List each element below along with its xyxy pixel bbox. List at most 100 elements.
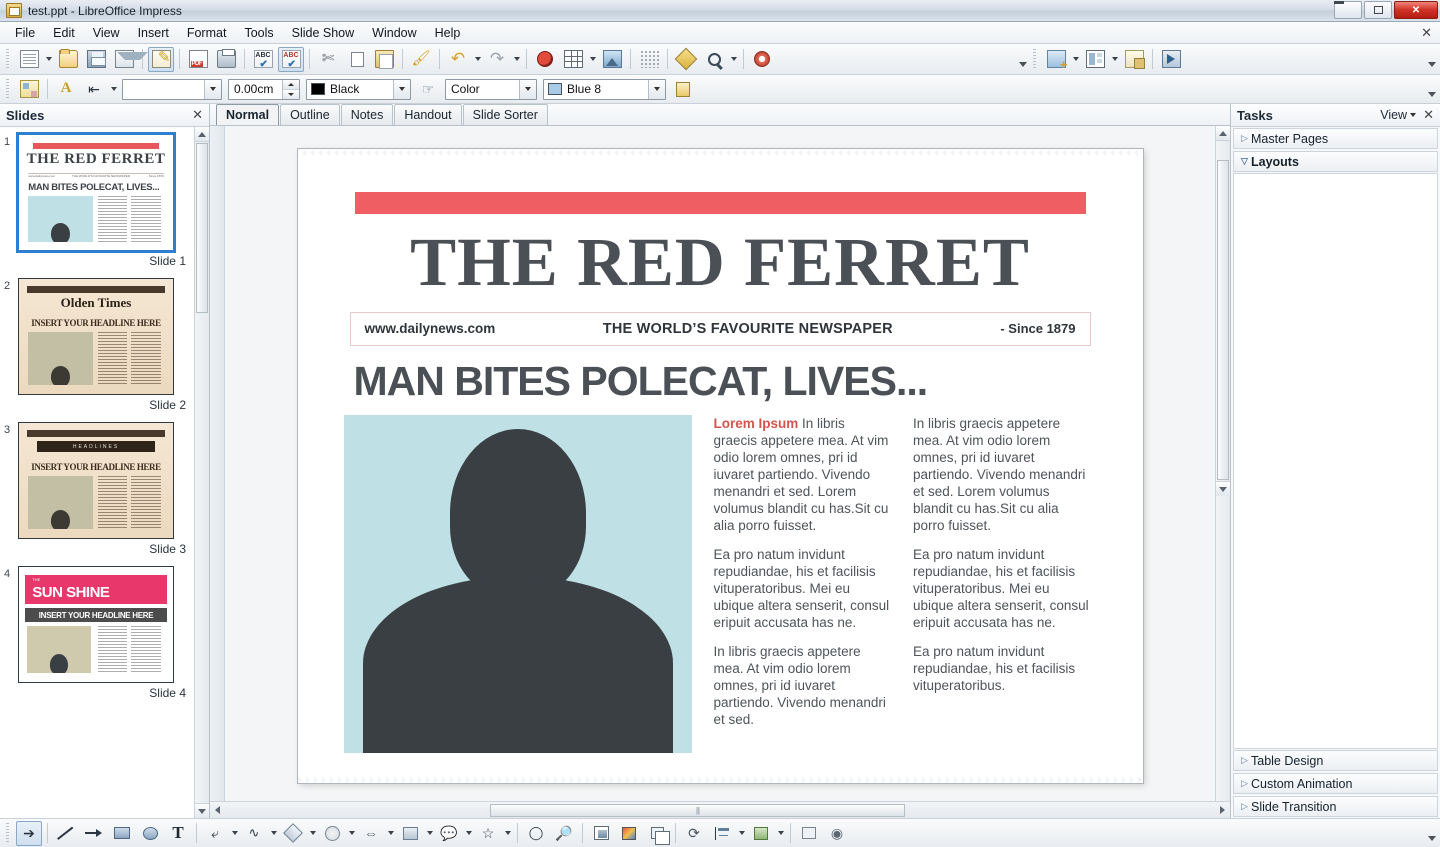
- symbol-shapes-tool[interactable]: [319, 821, 345, 846]
- slide-layout-caret-icon[interactable]: [1109, 47, 1120, 72]
- gallery-tool[interactable]: [616, 821, 642, 846]
- area-style-select[interactable]: Color: [445, 79, 537, 100]
- open-button[interactable]: [55, 47, 81, 72]
- tab-notes[interactable]: Notes: [341, 104, 394, 125]
- basic-shapes-tool[interactable]: [280, 821, 306, 846]
- tasks-section-layouts[interactable]: ▽ Layouts: [1233, 151, 1438, 172]
- line-width-stepper[interactable]: [282, 80, 299, 99]
- cut-button[interactable]: ✄: [315, 47, 341, 72]
- linefill-grip[interactable]: [5, 79, 12, 99]
- basic-shapes-caret-icon[interactable]: [307, 821, 318, 846]
- tab-slide-sorter[interactable]: Slide Sorter: [463, 104, 548, 125]
- hscrollbar-thumb[interactable]: [490, 804, 905, 817]
- hscroll-left-icon[interactable]: [210, 803, 225, 818]
- menu-help[interactable]: Help: [426, 23, 470, 43]
- slide-entry-3[interactable]: 3 HEADLINES INSERT YOUR HEADLINE HERE: [0, 419, 194, 539]
- export-pdf-button[interactable]: [185, 47, 211, 72]
- toolbar-grip[interactable]: [5, 49, 12, 69]
- autospellcheck-button[interactable]: ABC: [278, 47, 304, 72]
- tab-handout[interactable]: Handout: [394, 104, 461, 125]
- slide-page[interactable]: THE RED FERRET www.dailynews.com THE WOR…: [298, 149, 1143, 783]
- redo-caret-icon[interactable]: [511, 47, 522, 72]
- insert-image-tool[interactable]: [588, 821, 614, 846]
- slide-thumbnail-4[interactable]: THE SUN SHINE INSERT YOUR HEADLINE HERE: [18, 566, 174, 683]
- copy-button[interactable]: [343, 47, 369, 72]
- ellipse-tool[interactable]: [137, 821, 163, 846]
- slide-layout-button[interactable]: [1082, 47, 1108, 72]
- slides-panel-scrollbar[interactable]: [194, 127, 209, 818]
- drawbar-overflow-icon[interactable]: [1426, 822, 1437, 844]
- slide-thumbnail-2[interactable]: Olden Times INSERT YOUR HEADLINE HERE: [18, 278, 174, 395]
- scrollbar-thumb[interactable]: [196, 143, 208, 313]
- masthead-title[interactable]: THE RED FERRET: [340, 226, 1101, 298]
- scrollbar-track[interactable]: [195, 314, 209, 803]
- tasks-section-slide-transition[interactable]: ▷ Slide Transition: [1233, 796, 1438, 817]
- layouts-gallery[interactable]: [1233, 173, 1438, 749]
- three-d-tool[interactable]: ◉: [824, 821, 850, 846]
- new-document-button[interactable]: [16, 47, 42, 72]
- slide-entry-4[interactable]: 4 THE SUN SHINE INSERT YOUR HEADLINE HER…: [0, 563, 194, 683]
- restore-button[interactable]: [1364, 1, 1392, 19]
- linefill-overflow-icon[interactable]: [1426, 78, 1437, 100]
- select-tool[interactable]: ➔: [16, 821, 42, 846]
- drawbar-grip[interactable]: [5, 823, 12, 843]
- insert-table-caret-icon[interactable]: [587, 47, 598, 72]
- photo-placeholder[interactable]: [344, 415, 692, 753]
- slide-thumbnail-3[interactable]: HEADLINES INSERT YOUR HEADLINE HERE: [18, 422, 174, 539]
- block-arrows-caret-icon[interactable]: [385, 821, 396, 846]
- canvas-scroll-down-icon[interactable]: [1216, 481, 1230, 496]
- arrow-style-caret-icon[interactable]: [108, 77, 119, 102]
- text-column-1[interactable]: Lorem Ipsum In libris graecis appetere m…: [714, 415, 892, 753]
- tasks-section-custom-animation[interactable]: ▷ Custom Animation: [1233, 773, 1438, 794]
- zoom-button[interactable]: [701, 47, 727, 72]
- undo-caret-icon[interactable]: [472, 47, 483, 72]
- arrange-tool[interactable]: [748, 821, 774, 846]
- toolbar-grip-2[interactable]: [1032, 49, 1039, 69]
- display-grid-button[interactable]: [636, 47, 662, 72]
- tasks-section-table-design[interactable]: ▷ Table Design: [1233, 750, 1438, 771]
- canvas-scrollbar-thumb[interactable]: [1217, 160, 1229, 480]
- minimize-button[interactable]: [1334, 1, 1362, 19]
- font-gallery-button[interactable]: A: [53, 77, 79, 102]
- flowchart-caret-icon[interactable]: [424, 821, 435, 846]
- line-color-caret-icon[interactable]: [393, 80, 410, 99]
- slide-thumbnail-1[interactable]: THE RED FERRET www.dailynews.com THE WOR…: [18, 134, 174, 251]
- master-slide-button[interactable]: [1121, 47, 1147, 72]
- scroll-down-icon[interactable]: [195, 803, 209, 818]
- points-tool[interactable]: ◯: [523, 821, 549, 846]
- new-slide-caret-icon[interactable]: [1070, 47, 1081, 72]
- curve-tool[interactable]: ⤶: [202, 821, 228, 846]
- toolbar-overflow-icon-2[interactable]: [1426, 48, 1437, 70]
- line-style-select[interactable]: [122, 79, 222, 100]
- shadow-tool[interactable]: [796, 821, 822, 846]
- start-presentation-button[interactable]: [1158, 47, 1184, 72]
- rectangle-tool[interactable]: [109, 821, 135, 846]
- menu-edit[interactable]: Edit: [44, 23, 84, 43]
- paste-button[interactable]: [371, 47, 397, 72]
- slide-headline[interactable]: MAN BITES POLECAT, LIVES...: [354, 360, 1091, 403]
- align-caret-icon[interactable]: [736, 821, 747, 846]
- canvas-vertical-scrollbar[interactable]: [1215, 126, 1230, 801]
- menu-tools[interactable]: Tools: [235, 23, 282, 43]
- tasks-view-caret-icon[interactable]: [1407, 113, 1419, 117]
- tasks-section-master-pages[interactable]: ▷ Master Pages: [1233, 128, 1438, 149]
- align-tool[interactable]: [709, 821, 735, 846]
- toolbar-overflow-icon[interactable]: [1017, 48, 1028, 70]
- slide-entry-2[interactable]: 2 Olden Times INSERT YOUR HEADLINE HERE: [0, 275, 194, 395]
- undo-button[interactable]: ↶: [445, 47, 471, 72]
- slide-canvas[interactable]: THE RED FERRET www.dailynews.com THE WOR…: [225, 126, 1215, 801]
- menu-view[interactable]: View: [84, 23, 129, 43]
- new-slide-button[interactable]: [1043, 47, 1069, 72]
- text-box-tool[interactable]: T: [165, 821, 191, 846]
- duplicate-tool[interactable]: [644, 821, 670, 846]
- line-width-input[interactable]: 0.00cm: [228, 79, 300, 100]
- tasks-view-button[interactable]: View: [1380, 108, 1407, 122]
- canvas-horizontal-scrollbar[interactable]: [210, 801, 1230, 818]
- scroll-up-icon[interactable]: [195, 127, 209, 142]
- connector-tool[interactable]: ∿: [241, 821, 267, 846]
- slide-entry-1[interactable]: 1 THE RED FERRET www.dailynews.com THE W…: [0, 131, 194, 251]
- menu-insert[interactable]: Insert: [129, 23, 178, 43]
- area-color-caret-icon[interactable]: [648, 80, 665, 99]
- zoom-caret-icon[interactable]: [728, 47, 739, 72]
- insert-table-button[interactable]: [560, 47, 586, 72]
